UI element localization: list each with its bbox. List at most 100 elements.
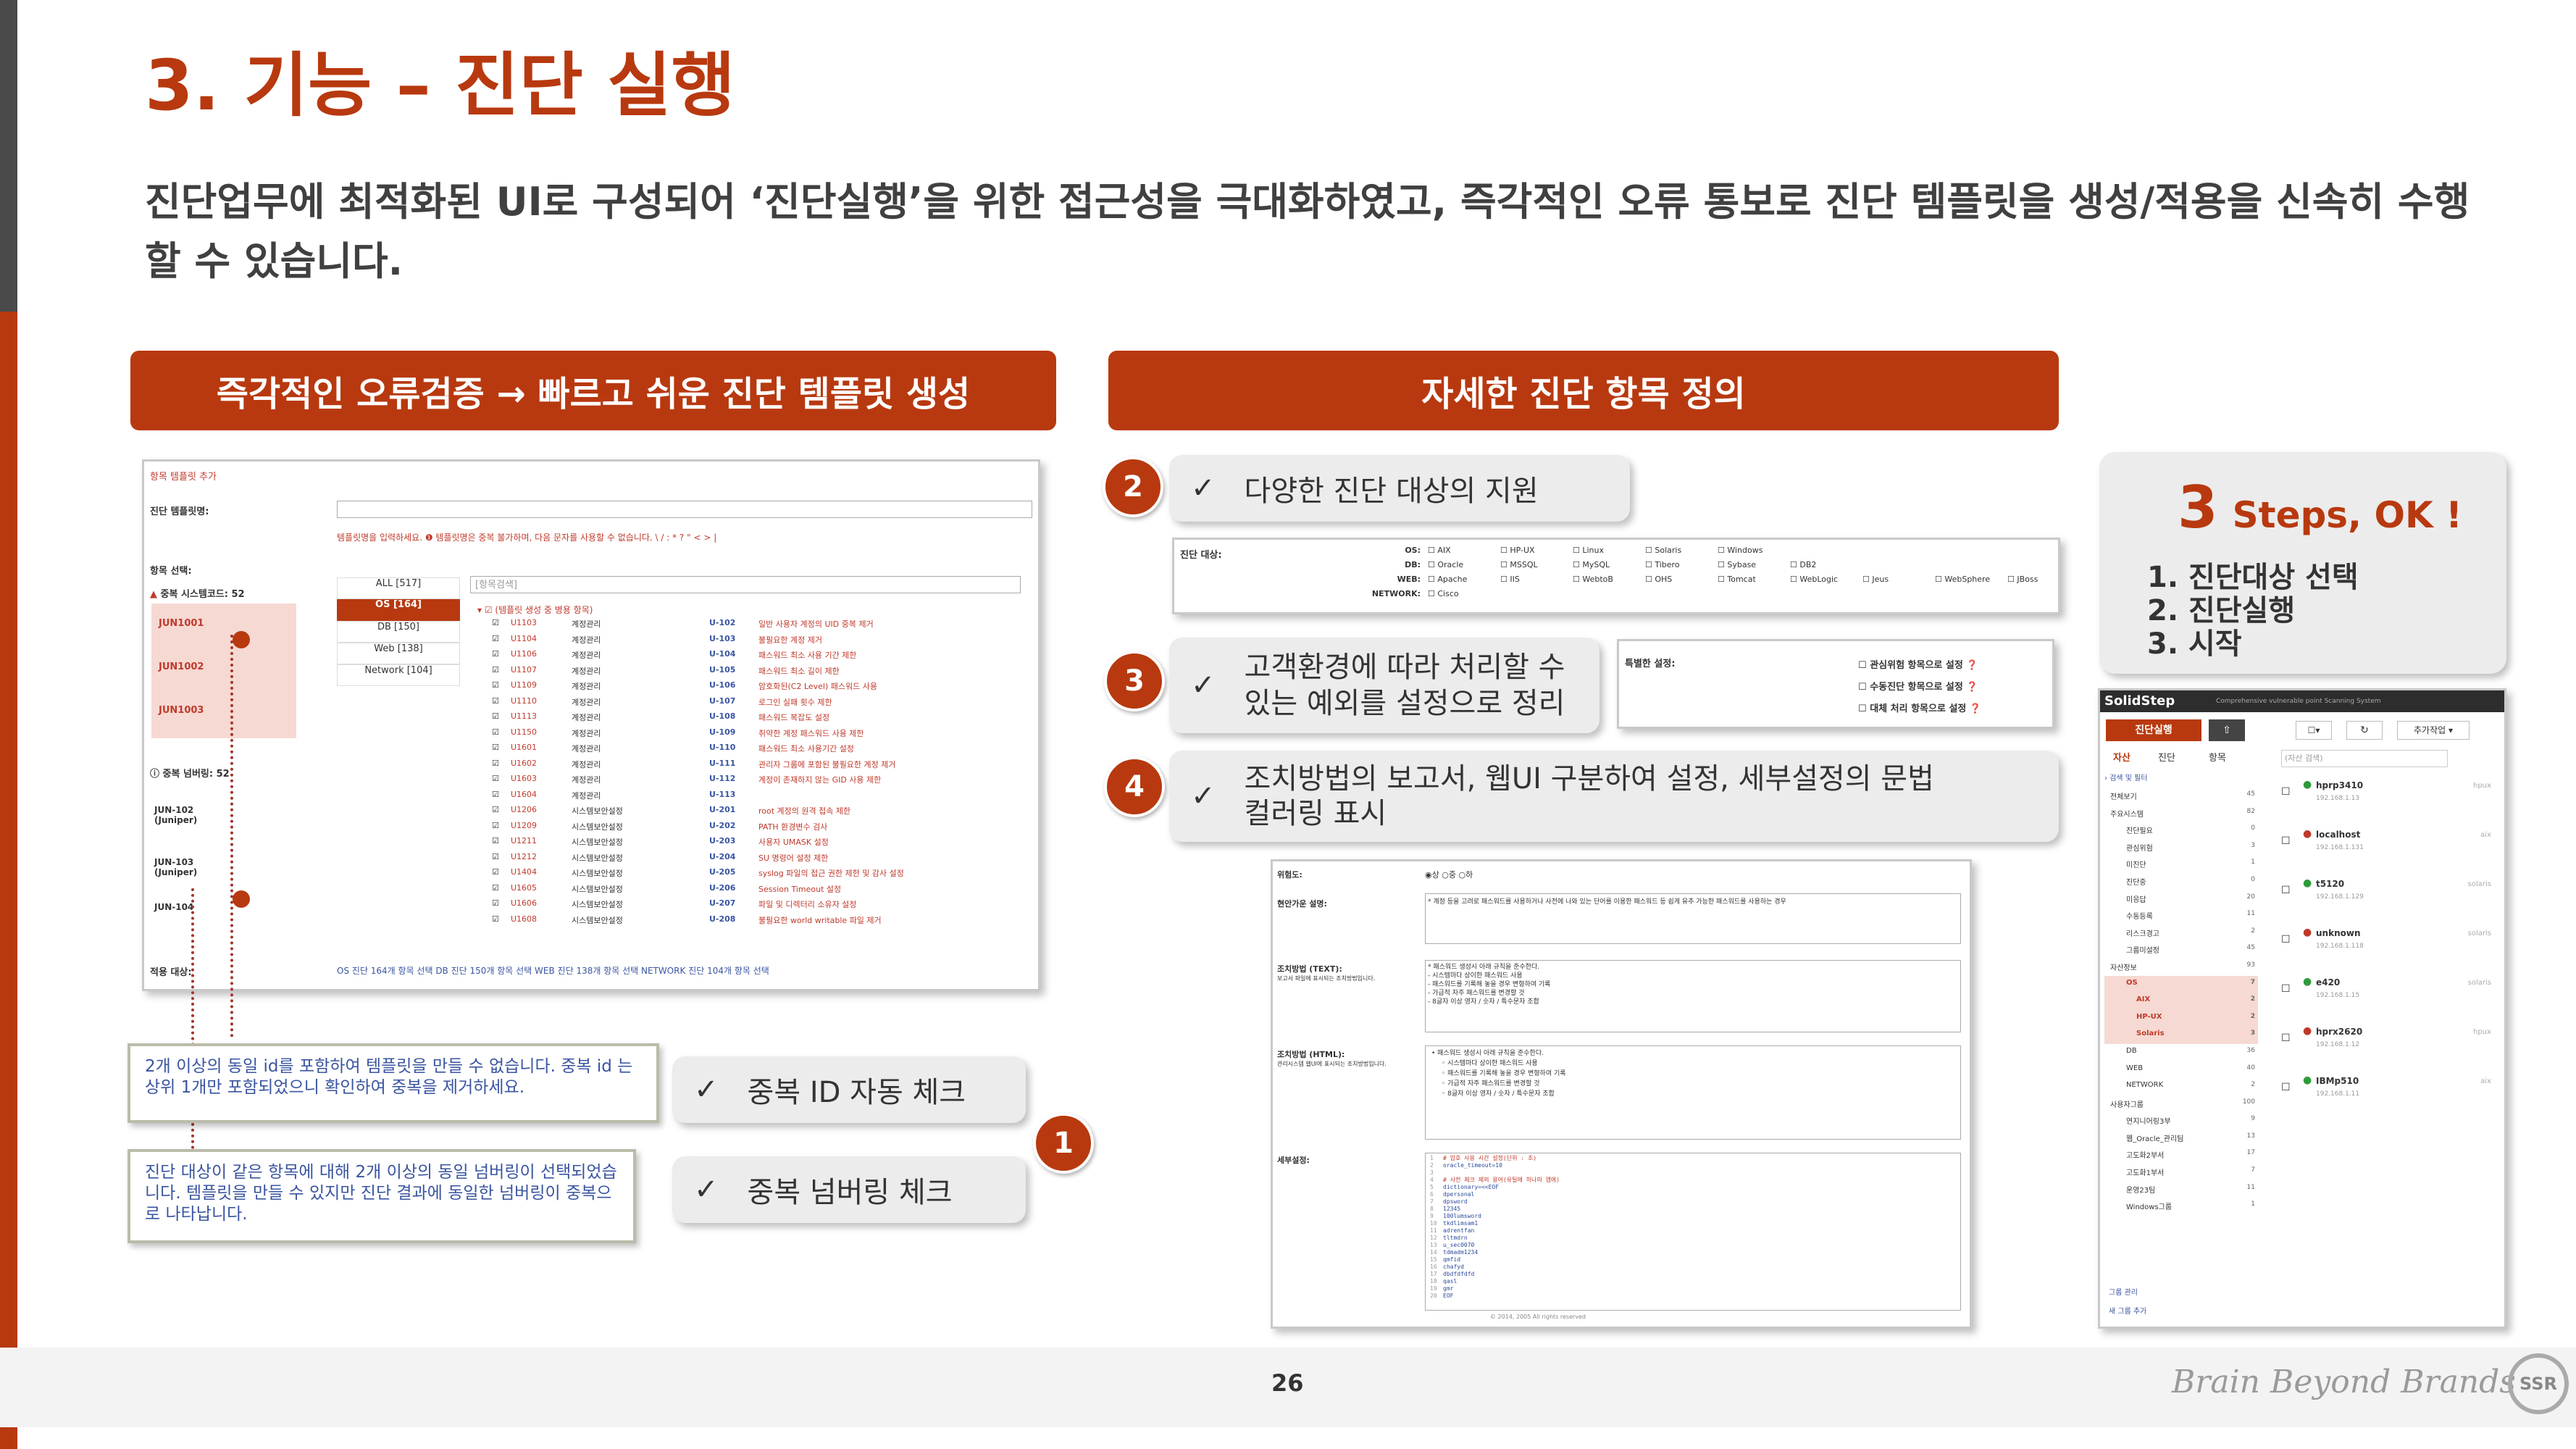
target-checkbox[interactable]: ☐ JBoss: [2007, 575, 2038, 584]
tab-diagnosis[interactable]: 진단: [2158, 750, 2175, 764]
target-checkbox[interactable]: ☐ AIX: [1428, 546, 1451, 555]
group-add-link[interactable]: 새 그룹 추가: [2109, 1305, 2146, 1316]
target-checkbox[interactable]: ☐ Tibero: [1645, 560, 1680, 569]
asset-row[interactable]: ☐ ● hprp3410 192.168.1.13 hpux: [2281, 776, 2498, 825]
item-checkbox[interactable]: ☑: [492, 852, 499, 861]
target-checkbox[interactable]: ☐ Apache: [1428, 575, 1467, 584]
tree-node[interactable]: 웹_Oracle_관리팀 13: [2104, 1129, 2258, 1147]
item-checkbox[interactable]: ☑: [492, 898, 499, 908]
tree-node[interactable]: 주요시스템 82: [2104, 805, 2258, 822]
target-checkbox[interactable]: ☐ WebSphere: [1935, 575, 1990, 584]
special-option[interactable]: ☐ 관심위험 항목으로 설정 ❓: [1858, 657, 1978, 671]
tree-node[interactable]: NETWORK 2: [2104, 1078, 2258, 1095]
asset-checkbox[interactable]: ☐: [2281, 1082, 2291, 1093]
target-checkbox[interactable]: ☐ Cisco: [1428, 589, 1459, 598]
detail-code-editor[interactable]: 1 # 암호 사용 시간 설정(단위 : 초) 2 oracle_timeout=10…: [1425, 1153, 1961, 1311]
item-checkbox[interactable]: ☑: [492, 665, 499, 675]
filter-link[interactable]: › 검색 및 필터: [2104, 772, 2148, 782]
target-checkbox[interactable]: ☐ Jeus: [1862, 575, 1889, 584]
target-checkbox[interactable]: ☐ Windows: [1718, 546, 1762, 555]
asset-checkbox[interactable]: ☐: [2281, 786, 2291, 798]
item-checkbox[interactable]: ☑: [492, 867, 499, 877]
item-checkbox[interactable]: ☑: [492, 759, 499, 768]
tab-items[interactable]: 항목: [2209, 750, 2226, 764]
asset-row[interactable]: ☐ ● hprx2620 192.168.1.12 hpux: [2281, 1022, 2498, 1072]
tree-node[interactable]: 운영23팀 11: [2104, 1181, 2258, 1198]
group-manage-link[interactable]: 그룹 관리: [2109, 1286, 2138, 1297]
add-task-button[interactable]: 추가작업 ▾: [2397, 721, 2470, 740]
tree-node[interactable]: 연지니어링3부 9: [2104, 1112, 2258, 1129]
category-db[interactable]: DB [150]: [337, 621, 460, 643]
category-os[interactable]: OS [164]: [337, 599, 460, 621]
asset-checkbox[interactable]: ☐: [2281, 983, 2291, 995]
target-checkbox[interactable]: ☐ HP-UX: [1500, 546, 1535, 555]
item-checkbox[interactable]: ☑: [492, 836, 499, 845]
tree-node[interactable]: 진단중 0: [2104, 873, 2258, 890]
item-checkbox[interactable]: ☑: [492, 883, 499, 893]
target-checkbox[interactable]: ☐ MySQL: [1573, 560, 1610, 569]
tree-node[interactable]: OS 7: [2104, 975, 2258, 993]
item-checkbox[interactable]: ☑: [492, 727, 499, 737]
text-textarea[interactable]: * 패스워드 생성시 아래 규칙을 준수한다. - 시스템마다 상이한 패스워드 …: [1425, 960, 1961, 1032]
item-search-input[interactable]: [항목검색]: [470, 576, 1021, 593]
asset-checkbox[interactable]: ☐: [2281, 885, 2291, 896]
asset-checkbox[interactable]: ☐: [2281, 1032, 2291, 1044]
item-checkbox[interactable]: ☑: [492, 743, 499, 752]
tab-assets[interactable]: 자산: [2113, 750, 2130, 764]
template-name-input[interactable]: [337, 501, 1032, 518]
item-checkbox[interactable]: ☑: [492, 696, 499, 706]
tree-node[interactable]: 사용자그룹 100: [2104, 1095, 2258, 1113]
special-option[interactable]: ☐ 대체 처리 항목으로 설정 ❓: [1858, 701, 1981, 714]
tree-node[interactable]: DB 36: [2104, 1044, 2258, 1061]
tree-node[interactable]: AIX 2: [2104, 993, 2258, 1010]
run-diagnosis-button[interactable]: 진단실행: [2106, 719, 2201, 741]
tree-node[interactable]: 자산정보 93: [2104, 959, 2258, 976]
target-checkbox[interactable]: ☐ WebLogic: [1790, 575, 1838, 584]
category-all[interactable]: ALL [517]: [337, 577, 460, 599]
item-checkbox[interactable]: ☑: [492, 805, 499, 814]
upload-icon[interactable]: ⇧: [2209, 719, 2245, 741]
target-checkbox[interactable]: ☐ DB2: [1790, 560, 1816, 569]
asset-row[interactable]: ☐ ● IBMp510 192.168.1.11 aix: [2281, 1072, 2498, 1121]
category-web[interactable]: Web [138]: [337, 643, 460, 664]
asset-search-input[interactable]: (자산 검색): [2281, 750, 2448, 767]
tree-node[interactable]: WEB 40: [2104, 1061, 2258, 1079]
asset-row[interactable]: ☐ ● unknown 192.168.1.118 solaris: [2281, 924, 2498, 973]
asset-row[interactable]: ☐ ● t5120 192.168.1.129 solaris: [2281, 874, 2498, 924]
tree-node[interactable]: 그룹미설정 45: [2104, 941, 2258, 959]
target-checkbox[interactable]: ☐ Solaris: [1645, 546, 1681, 555]
tree-node[interactable]: 리스크경고 2: [2104, 924, 2258, 942]
asset-checkbox[interactable]: ☐: [2281, 934, 2291, 945]
tree-node[interactable]: 고도화1부서 7: [2104, 1164, 2258, 1181]
tree-node[interactable]: 미응답 20: [2104, 890, 2258, 908]
tree-node[interactable]: 고도화2부서 17: [2104, 1146, 2258, 1164]
asset-row[interactable]: ☐ ● localhost 192.168.1.131 aix: [2281, 825, 2498, 874]
category-network[interactable]: Network [104]: [337, 664, 460, 686]
target-checkbox[interactable]: ☐ MSSQL: [1500, 560, 1538, 569]
desc-textarea[interactable]: * 계정 등을 고려로 패스워드를 사용하거나 사전에 나와 있는 단어를 이용…: [1425, 893, 1961, 944]
refresh-icon[interactable]: ↻: [2346, 721, 2383, 740]
tree-node[interactable]: 진단필요 0: [2104, 822, 2258, 839]
tree-node[interactable]: Windows그룹 1: [2104, 1198, 2258, 1215]
target-checkbox[interactable]: ☐ Sybase: [1718, 560, 1756, 569]
risk-options[interactable]: ◉상 ○중 ○하: [1425, 869, 1473, 880]
item-checkbox[interactable]: ☑: [492, 914, 499, 924]
target-checkbox[interactable]: ☐ WebtoB: [1573, 575, 1613, 584]
item-checkbox[interactable]: ☑: [492, 790, 499, 799]
tree-node[interactable]: HP-UX 2: [2104, 1009, 2258, 1027]
item-checkbox[interactable]: ☑: [492, 618, 499, 627]
tree-node[interactable]: 미진단 1: [2104, 856, 2258, 873]
tree-node[interactable]: 수동등록 11: [2104, 907, 2258, 924]
target-checkbox[interactable]: ☐ Oracle: [1428, 560, 1463, 569]
target-checkbox[interactable]: ☐ Tomcat: [1718, 575, 1756, 584]
target-checkbox[interactable]: ☐ OHS: [1645, 575, 1672, 584]
item-checkbox[interactable]: ☑: [492, 774, 499, 783]
select-dropdown[interactable]: ☐▾: [2296, 721, 2332, 740]
target-checkbox[interactable]: ☐ Linux: [1573, 546, 1604, 555]
item-checkbox[interactable]: ☑: [492, 711, 499, 721]
html-editor[interactable]: • 패스워드 생성시 아래 규칙을 준수한다. ◦ 시스템마다 상이한 패스워드 …: [1425, 1045, 1961, 1140]
item-checkbox[interactable]: ☑: [492, 821, 499, 830]
target-checkbox[interactable]: ☐ IIS: [1500, 575, 1520, 584]
asset-row[interactable]: ☐ ● e420 192.168.1.15 solaris: [2281, 973, 2498, 1022]
tree-node[interactable]: Solaris 3: [2104, 1027, 2258, 1044]
